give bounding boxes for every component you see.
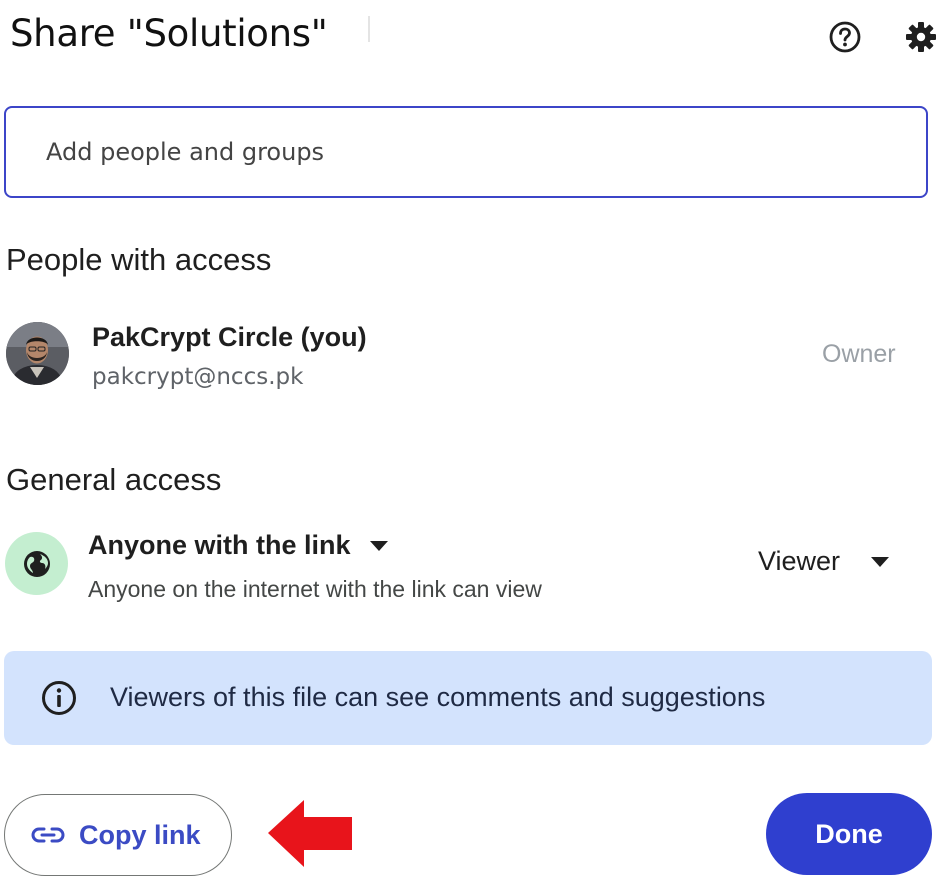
help-button[interactable] [828, 20, 862, 54]
link-icon [31, 827, 65, 843]
dialog-title: Share "Solutions" [10, 12, 328, 55]
help-circle-icon [829, 21, 861, 53]
done-button[interactable]: Done [766, 793, 932, 875]
role-dropdown[interactable]: Viewer [758, 546, 890, 577]
caret-down-icon [871, 556, 890, 567]
general-access-description: Anyone on the internet with the link can… [88, 576, 542, 602]
info-banner-text: Viewers of this file can see comments an… [110, 682, 766, 712]
person-name: PakCrypt Circle (you) [92, 322, 367, 352]
add-people-field[interactable] [4, 106, 928, 198]
caret-down-icon [369, 540, 388, 551]
settings-button[interactable] [904, 20, 938, 54]
text-cursor [368, 16, 370, 42]
avatar [6, 322, 69, 385]
copy-link-label: Copy link [79, 819, 201, 850]
add-people-input[interactable] [46, 108, 906, 196]
general-access-dropdown[interactable]: Anyone with the link [88, 530, 389, 561]
people-with-access-heading: People with access [6, 242, 272, 277]
general-access-heading: General access [6, 462, 222, 497]
owner-role-label: Owner [822, 340, 896, 368]
info-banner: Viewers of this file can see comments an… [4, 651, 932, 745]
role-label: Viewer [758, 546, 841, 576]
general-access-setting: Anyone with the link [88, 530, 351, 560]
annotation-arrow [268, 800, 352, 867]
globe-icon [23, 550, 50, 577]
done-label: Done [815, 818, 883, 849]
copy-link-button[interactable]: Copy link [4, 794, 232, 876]
info-icon [42, 681, 76, 715]
person-email: pakcrypt@nccs.pk [92, 364, 304, 390]
globe-badge [5, 532, 68, 595]
gear-icon [906, 22, 936, 52]
